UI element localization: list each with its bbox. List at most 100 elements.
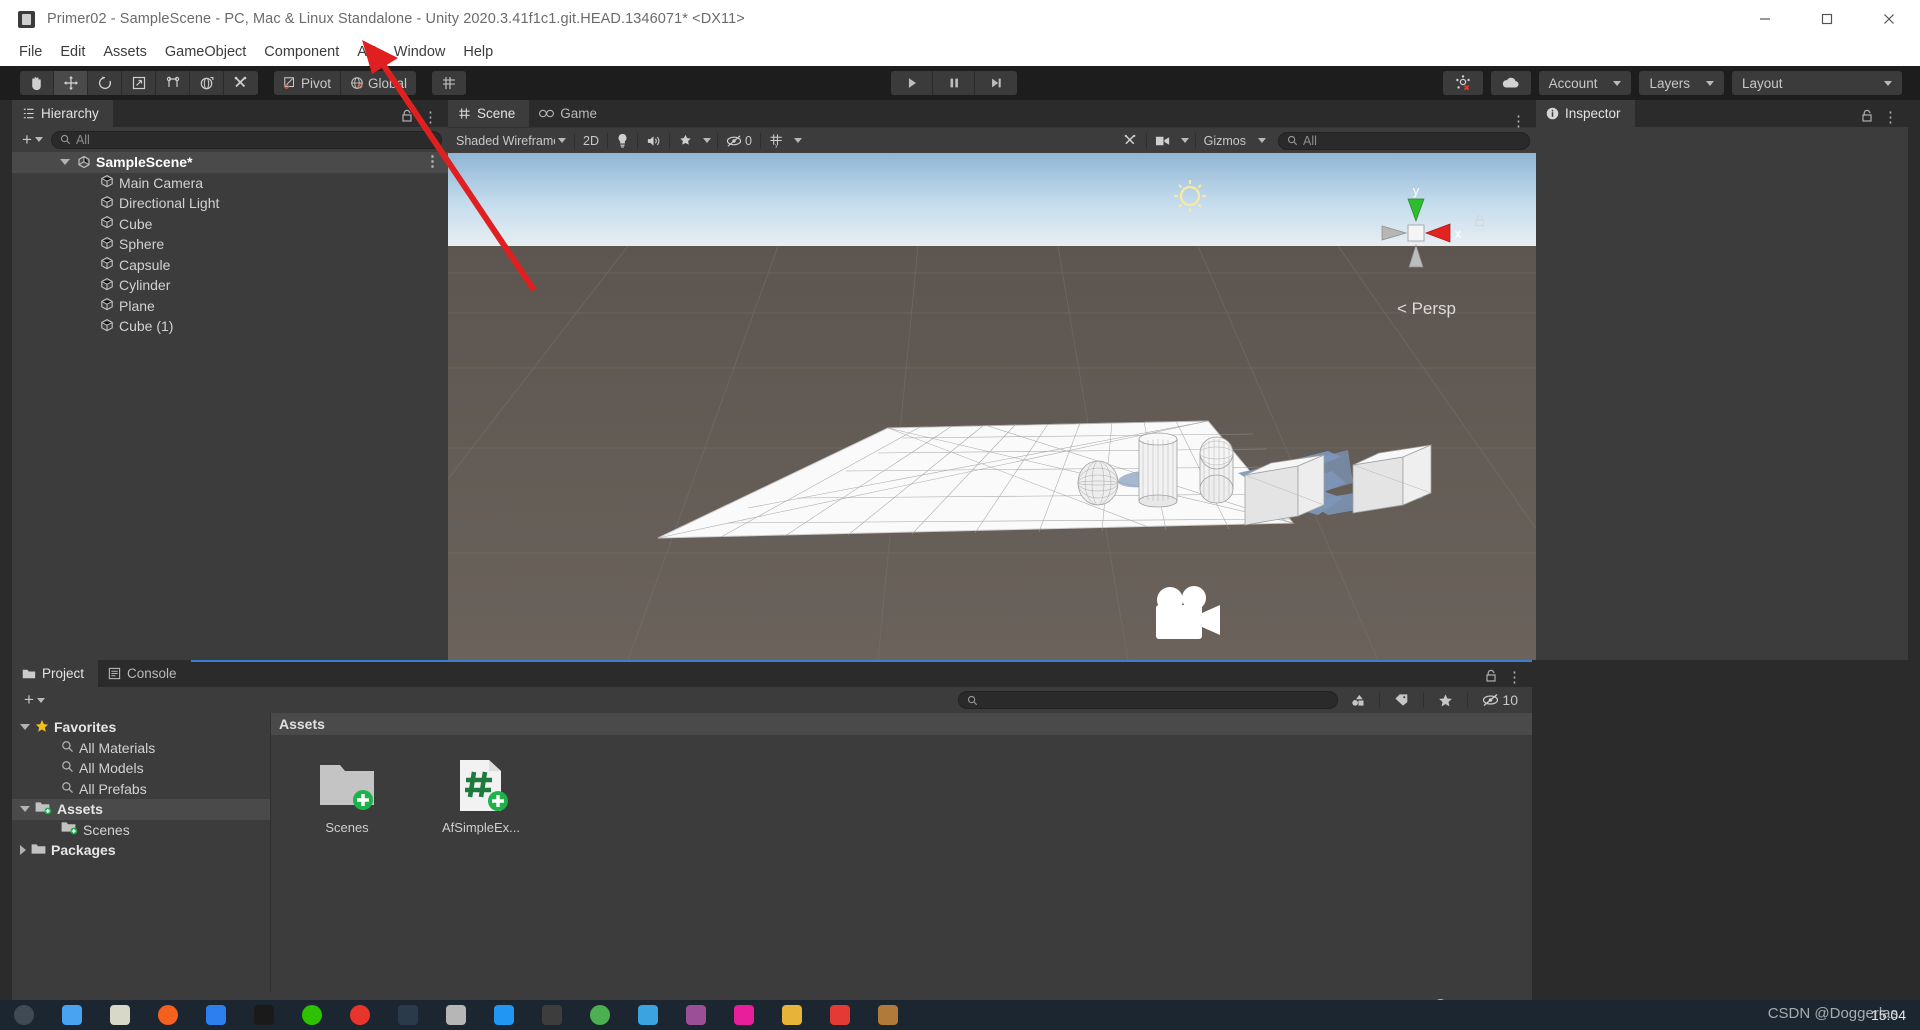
scene-grid-button[interactable]: y [762, 130, 790, 151]
hierarchy-item[interactable]: Sphere [12, 234, 448, 255]
hierarchy-add-button[interactable]: + [18, 130, 47, 150]
scene-menu-icon[interactable]: ⋮ [1511, 114, 1526, 129]
move-tool-button[interactable] [54, 71, 88, 95]
taskbar-vscode-icon[interactable] [480, 1000, 528, 1030]
hierarchy-search-input[interactable]: All [50, 130, 442, 149]
project-tree-item[interactable]: Scenes [12, 820, 270, 841]
hand-tool-button[interactable] [20, 71, 54, 95]
grid-snapping-button[interactable] [432, 71, 467, 95]
custom-tool-button[interactable] [224, 71, 258, 95]
hierarchy-item[interactable]: Directional Light [12, 193, 448, 214]
gizmos-button[interactable]: Gizmos [1197, 130, 1252, 151]
hierarchy-item[interactable]: Cylinder [12, 275, 448, 296]
project-tree-item[interactable]: All Models [12, 758, 270, 779]
project-menu-icon[interactable]: ⋮ [1507, 670, 1522, 685]
account-dropdown[interactable]: Account [1538, 71, 1632, 95]
step-button[interactable] [975, 71, 1018, 95]
taskbar-search-icon[interactable] [0, 1000, 48, 1030]
scene-component-tools-button[interactable] [1116, 130, 1144, 151]
scale-tool-button[interactable] [122, 71, 156, 95]
filter-by-label-button[interactable] [1388, 690, 1416, 710]
asset-item[interactable]: Scenes [301, 757, 393, 835]
scene-audio-button[interactable] [639, 130, 667, 151]
hierarchy-item[interactable]: Capsule [12, 255, 448, 276]
taskbar-wechat-icon[interactable] [288, 1000, 336, 1030]
menu-help[interactable]: Help [454, 41, 502, 63]
taskbar-music-icon[interactable] [336, 1000, 384, 1030]
tab-scene[interactable]: Scene [448, 100, 530, 127]
favorite-button[interactable] [1432, 690, 1460, 710]
menu-edit[interactable]: Edit [51, 41, 94, 63]
toggle-2d-button[interactable]: 2D [577, 130, 605, 151]
scene-camera-button[interactable] [1148, 130, 1177, 151]
filter-by-type-button[interactable] [1344, 690, 1372, 710]
hierarchy-item[interactable]: Cube (1) [12, 316, 448, 337]
hierarchy-item[interactable]: Cube [12, 214, 448, 235]
project-tree-item[interactable]: Assets [12, 799, 270, 820]
chevron-down-icon[interactable] [20, 806, 30, 813]
scene-viewport[interactable]: y x < Persp [448, 153, 1536, 660]
hierarchy-scene-row[interactable]: SampleScene* ⋮ [12, 152, 448, 173]
menu-file[interactable]: File [10, 41, 51, 63]
minimize-button[interactable] [1734, 0, 1796, 38]
asset-item[interactable]: AfSimpleEx... [435, 757, 527, 835]
taskbar-image-icon[interactable] [864, 1000, 912, 1030]
scene-lighting-button[interactable] [609, 130, 635, 151]
menu-window[interactable]: Window [385, 41, 455, 63]
scene-hidden-objects-button[interactable]: 0 [719, 130, 758, 151]
collab-button[interactable] [1442, 71, 1483, 95]
chevron-down-icon[interactable] [60, 159, 70, 166]
scene-fx-button[interactable] [671, 130, 699, 151]
scene-camera-dropdown[interactable] [1176, 130, 1193, 151]
pause-button[interactable] [933, 71, 976, 95]
hierarchy-menu-icon[interactable]: ⋮ [423, 110, 438, 125]
taskbar-visualstudio-icon[interactable] [672, 1000, 720, 1030]
play-button[interactable] [891, 71, 934, 95]
cloud-button[interactable] [1490, 71, 1531, 95]
taskbar-pdf-icon[interactable] [816, 1000, 864, 1030]
taskbar-file-explorer-icon[interactable] [48, 1000, 96, 1030]
project-add-button[interactable]: + [20, 690, 49, 710]
taskbar-tool-icon[interactable] [384, 1000, 432, 1030]
global-toggle[interactable]: Global [340, 71, 417, 95]
tab-console[interactable]: Console [98, 660, 191, 687]
lock-icon[interactable] [401, 109, 413, 127]
scene-menu-icon[interactable]: ⋮ [425, 154, 440, 169]
taskbar-terminal-icon[interactable] [432, 1000, 480, 1030]
taskbar-edge-icon[interactable] [624, 1000, 672, 1030]
scene-fx-dropdown[interactable] [698, 130, 715, 151]
taskbar-folder-icon[interactable] [768, 1000, 816, 1030]
tab-game[interactable]: Game [529, 100, 612, 127]
taskbar-qq-icon[interactable] [240, 1000, 288, 1030]
menu-gameobject[interactable]: GameObject [156, 41, 255, 63]
taskbar-onedrive-icon[interactable] [192, 1000, 240, 1030]
project-search-input[interactable] [958, 691, 1339, 709]
project-tree-item[interactable]: All Materials [12, 738, 270, 759]
inspector-menu-icon[interactable]: ⋮ [1883, 110, 1898, 125]
menu-assets[interactable]: Assets [94, 41, 156, 63]
pivot-toggle[interactable]: Pivot [274, 71, 341, 95]
close-button[interactable] [1858, 0, 1920, 38]
tab-project[interactable]: Project [12, 660, 99, 687]
rect-tool-button[interactable] [156, 71, 190, 95]
scene-grid-dropdown[interactable] [789, 130, 806, 151]
draw-mode-dropdown[interactable]: Shaded Wireframe [450, 130, 572, 151]
taskbar-chrome-icon[interactable] [576, 1000, 624, 1030]
project-tree-item[interactable]: All Prefabs [12, 779, 270, 800]
taskbar-browser-icon[interactable] [144, 1000, 192, 1030]
project-tree-item[interactable]: Favorites [12, 717, 270, 738]
lock-icon[interactable] [1485, 669, 1497, 687]
lock-icon[interactable] [1861, 109, 1873, 127]
maximize-button[interactable] [1796, 0, 1858, 38]
tab-hierarchy[interactable]: Hierarchy [12, 100, 113, 127]
chevron-right-icon[interactable] [20, 845, 26, 856]
gizmos-dropdown[interactable] [1252, 130, 1272, 151]
project-tree-item[interactable]: Packages [12, 840, 270, 861]
layout-dropdown[interactable]: Layout [1731, 71, 1902, 95]
taskbar-pink-app-icon[interactable] [720, 1000, 768, 1030]
taskbar-notepad-icon[interactable] [96, 1000, 144, 1030]
taskbar-unity-hub-icon[interactable] [528, 1000, 576, 1030]
rotate-tool-button[interactable] [88, 71, 122, 95]
scene-search-input[interactable]: All [1278, 131, 1530, 150]
tab-inspector[interactable]: Inspector [1536, 100, 1635, 127]
